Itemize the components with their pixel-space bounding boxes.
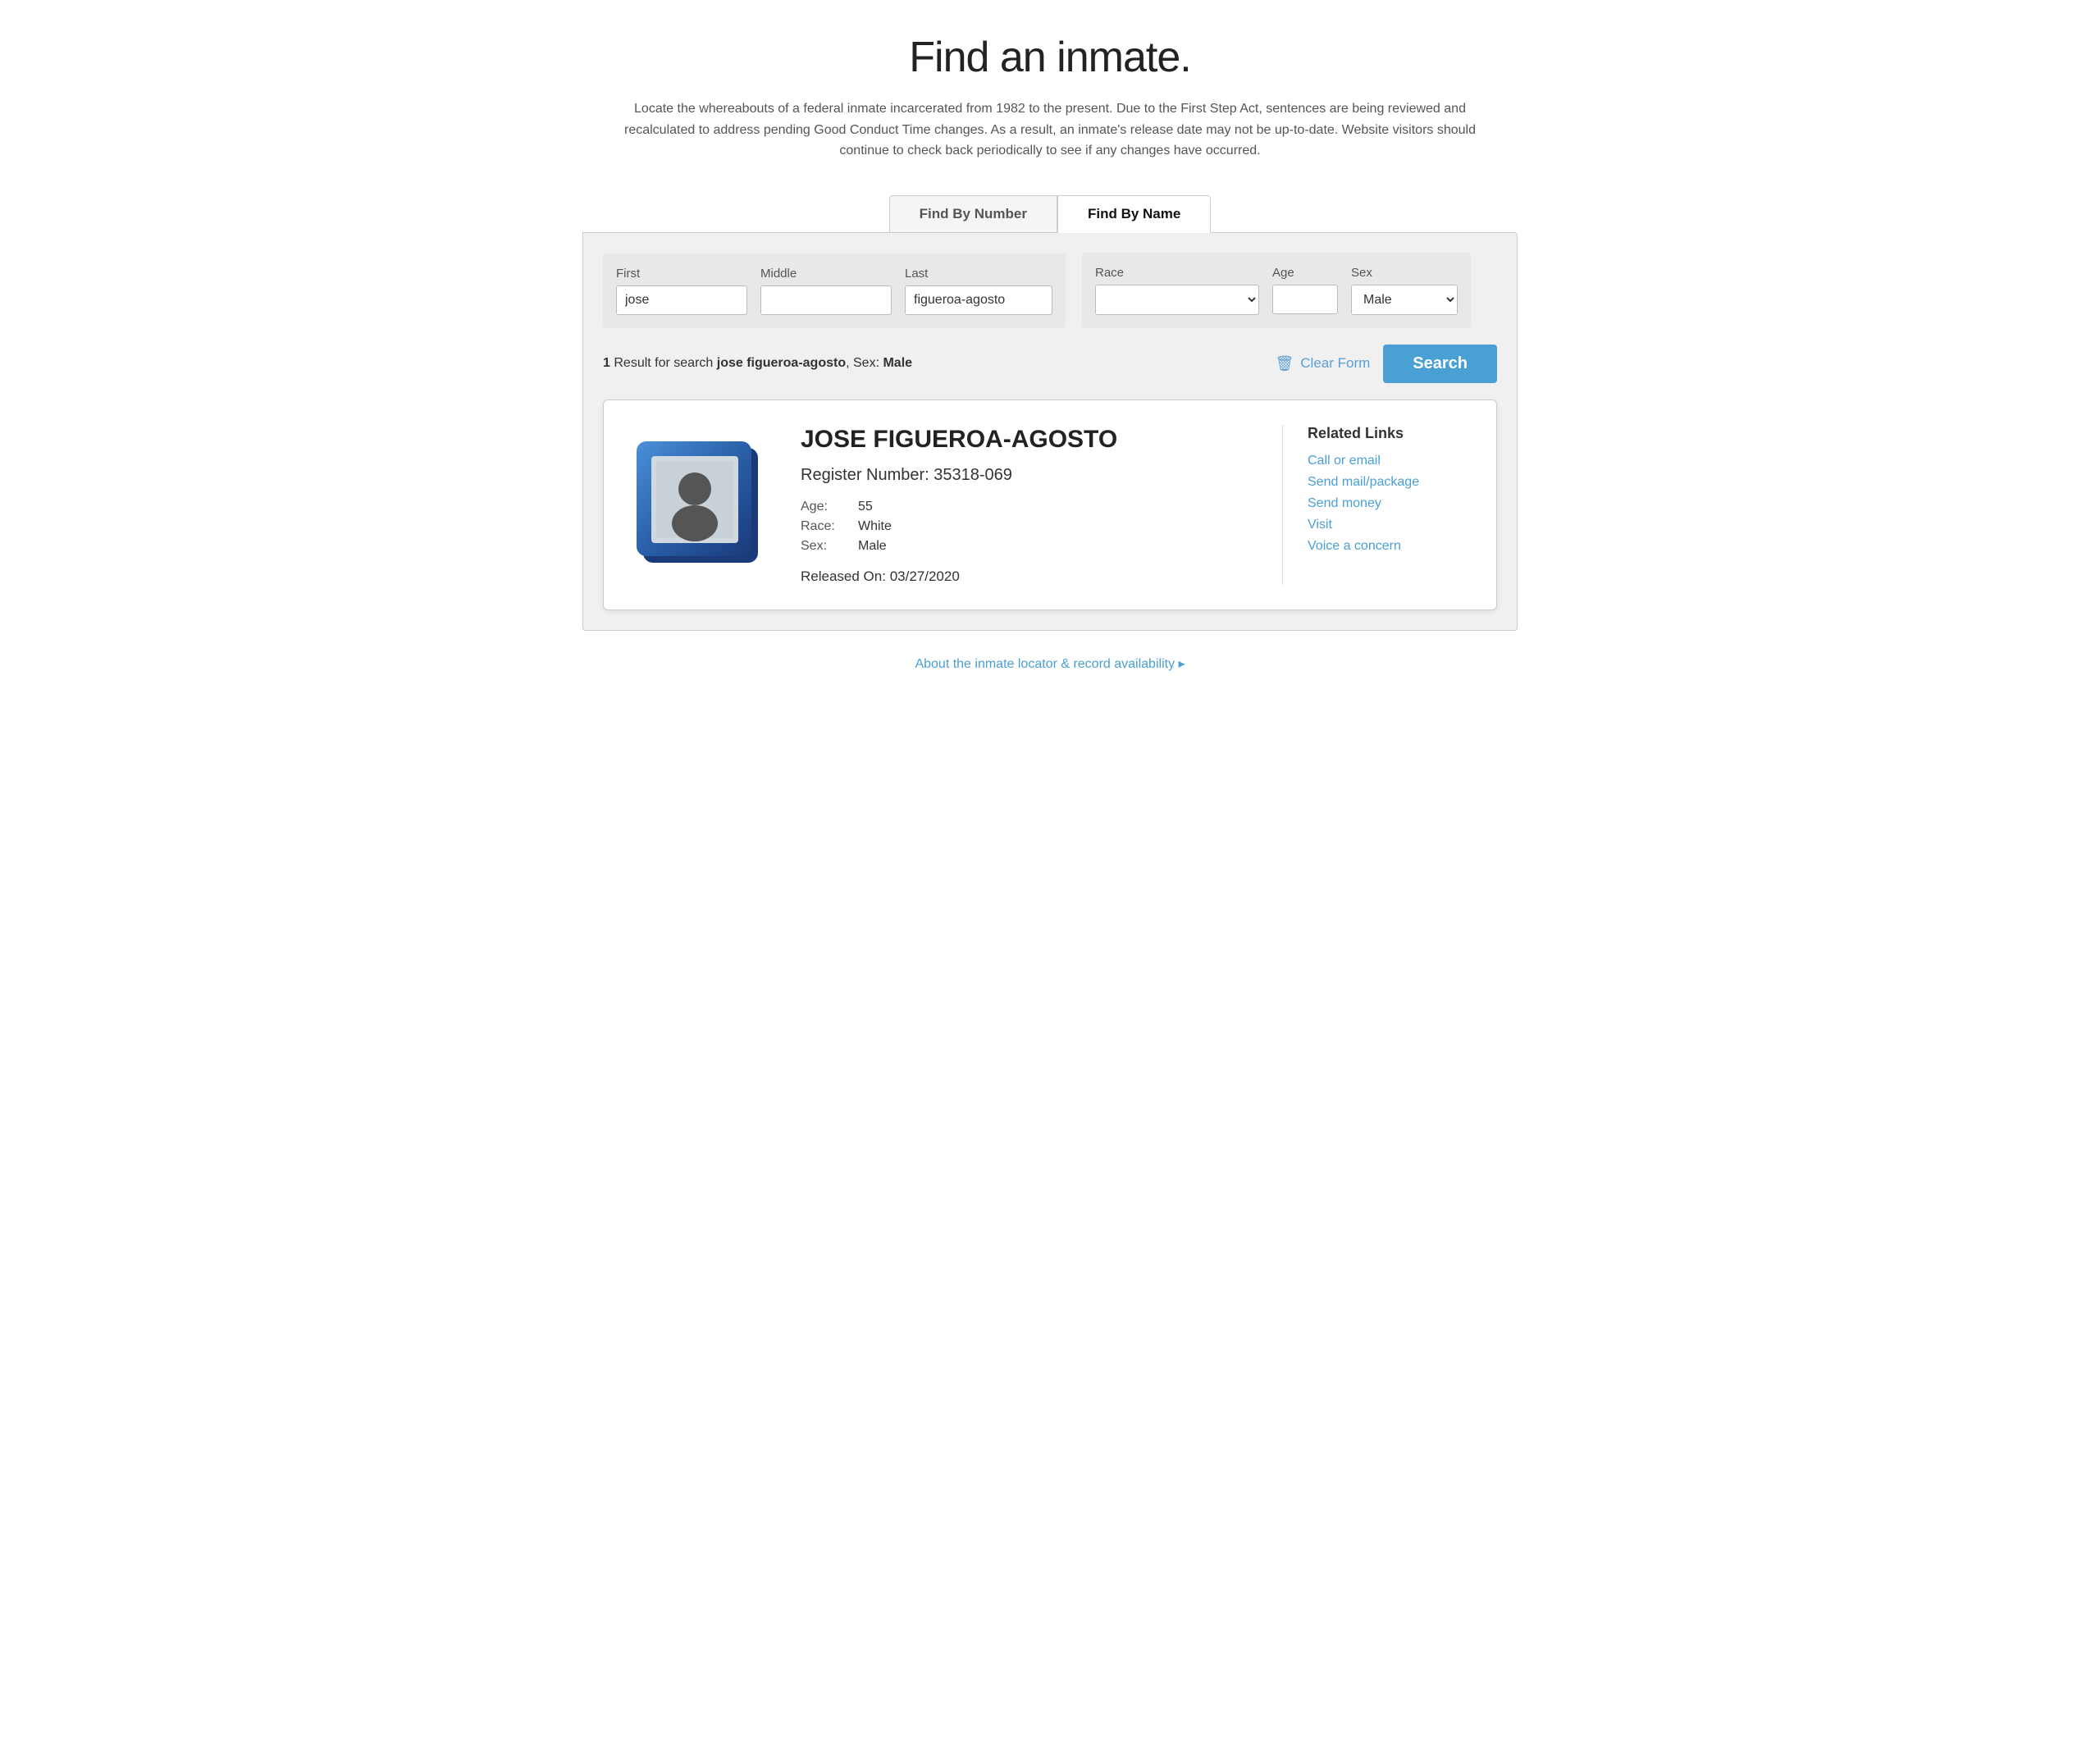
race-label: Race [1095, 266, 1259, 280]
age-field-group: Age [1272, 266, 1338, 315]
first-label: First [616, 267, 747, 281]
register-number-label: Register Number: [801, 466, 934, 484]
result-card: JOSE FIGUEROA-AGOSTO Register Number: 35… [603, 399, 1497, 610]
page-title: Find an inmate. [582, 33, 1518, 82]
inmate-name: JOSE FIGUEROA-AGOSTO [801, 425, 1258, 454]
released-on: Released On: 03/27/2020 [801, 568, 1258, 585]
sex-select[interactable]: Male Female [1351, 285, 1458, 315]
last-label: Last [905, 267, 1052, 281]
inmate-info: JOSE FIGUEROA-AGOSTO Register Number: 35… [801, 425, 1283, 585]
race-detail-label: Race: [801, 519, 842, 534]
first-field-group: First [616, 267, 747, 315]
race-field-group: Race White Black Hispanic Asian American… [1095, 266, 1259, 315]
name-fields-group: First Middle Last [603, 253, 1066, 328]
results-bar: 1 Result for search jose figueroa-agosto… [603, 345, 1497, 383]
clear-form-button[interactable]: 🗑 Clear Form [1275, 355, 1370, 372]
search-panel: First Middle Last Race Wh [582, 232, 1518, 631]
middle-field-group: Middle [760, 267, 892, 315]
related-link-visit[interactable]: Visit [1308, 518, 1472, 532]
tabs-container: Find By Number Find By Name [582, 194, 1518, 232]
related-link-call-or-email[interactable]: Call or email [1308, 454, 1472, 468]
age-input[interactable] [1272, 285, 1338, 314]
race-detail-value: White [858, 519, 892, 534]
results-text: 1 Result for search jose figueroa-agosto… [603, 356, 912, 371]
related-link-send-mail[interactable]: Send mail/package [1308, 475, 1472, 490]
register-number-value: 35318-069 [934, 466, 1012, 484]
age-label: Age [1272, 266, 1338, 280]
age-detail-value: 55 [858, 500, 873, 514]
last-field-group: Last [905, 267, 1052, 315]
trash-icon: 🗑 [1275, 355, 1294, 372]
middle-input[interactable] [760, 285, 892, 315]
sex-label-text: , Sex: [846, 356, 883, 370]
related-link-send-money[interactable]: Send money [1308, 496, 1472, 511]
register-number: Register Number: 35318-069 [801, 466, 1258, 485]
fields-row: First Middle Last Race Wh [603, 253, 1497, 328]
sex-value-text: Male [883, 356, 912, 370]
related-links-title: Related Links [1308, 425, 1472, 442]
tab-find-by-name[interactable]: Find By Name [1057, 195, 1211, 233]
results-actions: 🗑 Clear Form Search [1275, 345, 1497, 383]
released-on-label: Released On: [801, 568, 890, 584]
age-detail-row: Age: 55 [801, 500, 1258, 514]
sex-detail-row: Sex: Male [801, 539, 1258, 554]
avatar [628, 425, 776, 573]
first-input[interactable] [616, 285, 747, 315]
page-subtitle: Locate the whereabouts of a federal inma… [599, 98, 1501, 162]
tab-find-by-number[interactable]: Find By Number [889, 195, 1057, 233]
result-text-prefix: Result for search [614, 356, 716, 370]
footer-link: About the inmate locator & record availa… [582, 655, 1518, 672]
sex-detail-value: Male [858, 539, 887, 554]
search-terms: jose figueroa-agosto [717, 356, 846, 370]
last-input[interactable] [905, 285, 1052, 315]
related-link-voice-concern[interactable]: Voice a concern [1308, 539, 1472, 554]
age-detail-label: Age: [801, 500, 842, 514]
released-on-date: 03/27/2020 [890, 568, 960, 584]
middle-label: Middle [760, 267, 892, 281]
sex-detail-label: Sex: [801, 539, 842, 554]
race-detail-row: Race: White [801, 519, 1258, 534]
search-button[interactable]: Search [1383, 345, 1497, 383]
clear-form-label: Clear Form [1300, 355, 1370, 372]
avatar-icon [628, 425, 776, 573]
sex-field-group: Sex Male Female [1351, 266, 1458, 315]
about-inmate-locator-link[interactable]: About the inmate locator & record availa… [915, 657, 1185, 671]
sex-label: Sex [1351, 266, 1458, 280]
related-links: Related Links Call or email Send mail/pa… [1308, 425, 1472, 560]
race-select[interactable]: White Black Hispanic Asian American Indi… [1095, 285, 1259, 315]
result-count: 1 [603, 356, 610, 370]
extra-fields-group: Race White Black Hispanic Asian American… [1082, 253, 1471, 328]
